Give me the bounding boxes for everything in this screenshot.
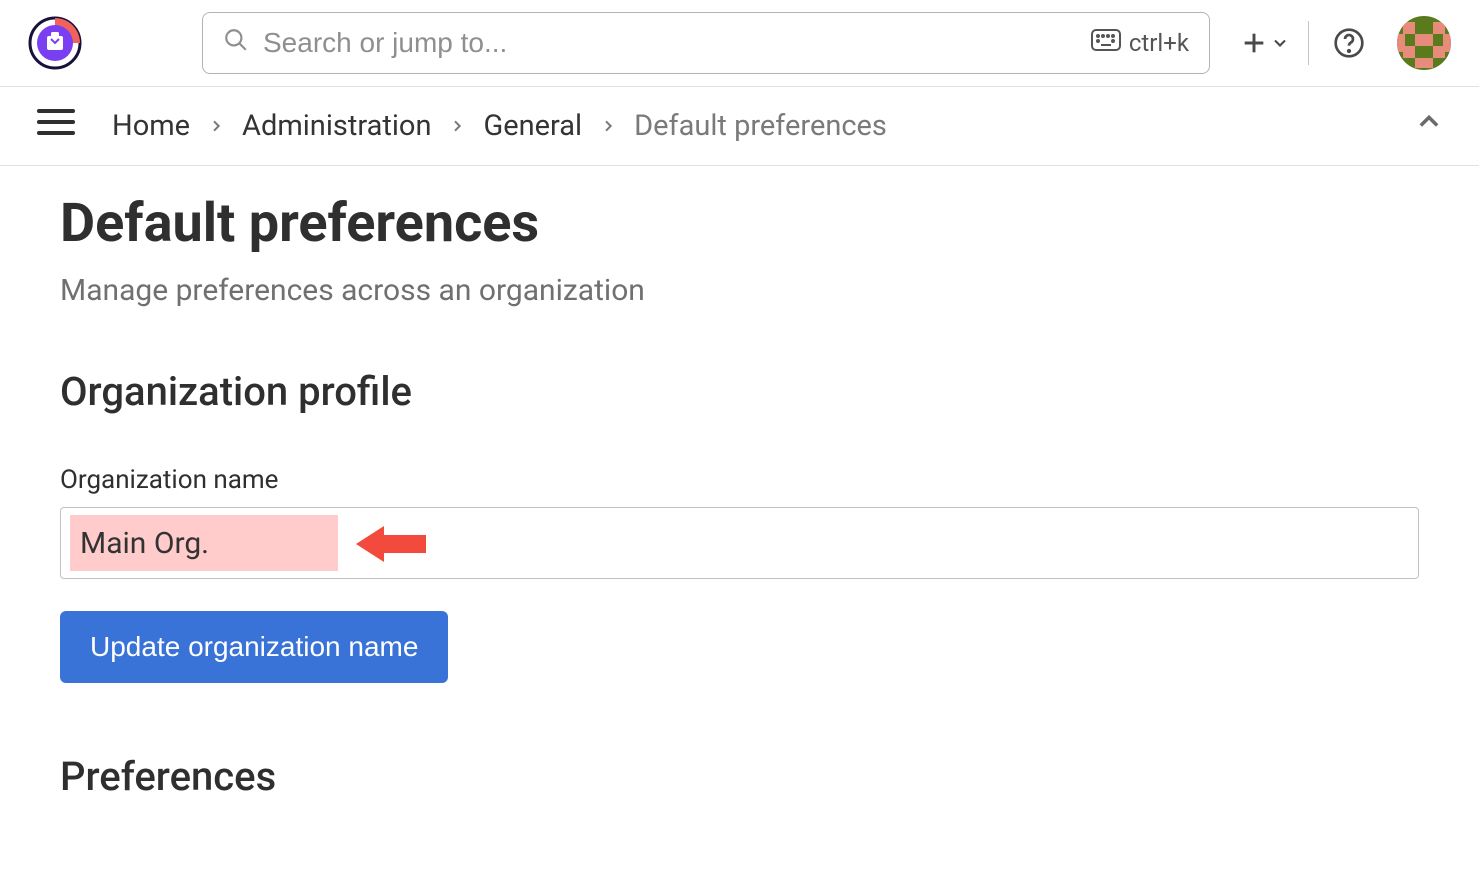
chevron-right-icon [449,112,465,140]
shortcut-text: ctrl+k [1129,29,1189,57]
breadcrumb-current: Default preferences [634,109,887,143]
breadcrumb-general[interactable]: General [483,109,582,143]
org-name-field-wrap: Main Org. [60,507,1419,579]
update-org-name-button[interactable]: Update organization name [60,611,448,683]
breadcrumb-administration[interactable]: Administration [242,109,431,143]
search-icon [223,27,249,60]
search-wrapper: ctrl+k [202,12,1210,74]
user-avatar[interactable] [1397,16,1451,70]
breadcrumb-home[interactable]: Home [112,109,190,143]
search-input[interactable] [263,27,1077,59]
main-content: Default preferences Manage preferences a… [0,166,1479,826]
preferences-heading: Preferences [60,753,1419,800]
chevron-right-icon [600,112,616,140]
chevron-right-icon [208,112,224,140]
create-new-button[interactable] [1240,21,1290,65]
page-subtitle: Manage preferences across an organizatio… [60,273,1419,308]
chevron-down-icon [1270,33,1290,53]
search-box[interactable]: ctrl+k [202,12,1210,74]
keyboard-icon [1091,29,1121,57]
search-shortcut-hint: ctrl+k [1091,29,1189,57]
collapse-button[interactable] [1415,108,1443,144]
top-actions [1240,16,1451,70]
top-header: ctrl+k [0,0,1479,87]
sidebar-toggle-button[interactable] [36,107,76,145]
org-name-input[interactable] [60,507,1419,579]
divider [1308,21,1309,65]
org-name-label: Organization name [60,465,1419,495]
help-button[interactable] [1327,21,1371,65]
org-profile-heading: Organization profile [60,368,1419,415]
page-title: Default preferences [60,192,1419,255]
breadcrumb-bar: Home Administration General Default pref… [0,87,1479,166]
app-logo[interactable] [28,16,82,70]
